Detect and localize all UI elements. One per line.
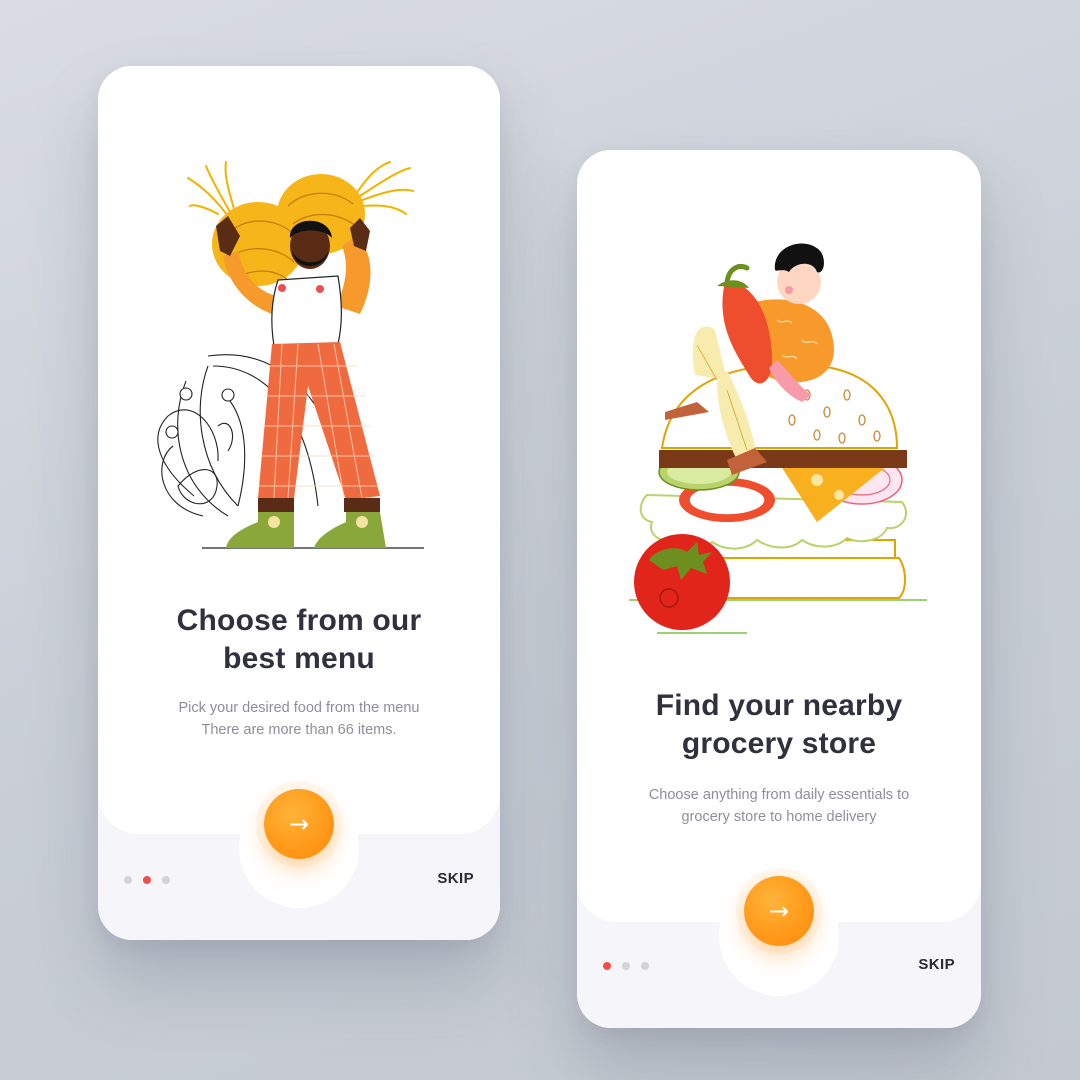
title-line-2: grocery store <box>681 727 877 760</box>
next-button[interactable]: → <box>744 876 814 946</box>
page-dot-3[interactable] <box>641 962 649 970</box>
subtitle-line-1: Pick your desired food from the menu <box>178 700 420 716</box>
man-carrying-onions-illustration <box>157 161 424 549</box>
page-dot-2[interactable] <box>622 962 630 970</box>
screen-title: Choose from our best menu <box>98 602 500 678</box>
screen-title: Find your nearby grocery store <box>577 687 981 763</box>
next-button[interactable]: → <box>264 789 334 859</box>
burger-and-man-illustration <box>629 243 927 634</box>
title-line-2: best menu <box>223 642 375 675</box>
subtitle-line-1: Choose anything from daily essentials to <box>648 787 910 803</box>
subtitle-line-2: grocery store to home delivery <box>681 809 877 825</box>
title-line-1: Choose from our <box>176 604 422 637</box>
screen-subtitle: Pick your desired food from the menu The… <box>98 697 500 741</box>
subtitle-line-2: There are more than 66 items. <box>201 722 397 738</box>
arrow-right-icon: → <box>288 810 310 838</box>
screen-subtitle: Choose anything from daily essentials to… <box>577 784 981 828</box>
arrow-right-icon: → <box>768 897 790 925</box>
skip-button[interactable]: SKIP <box>437 870 474 887</box>
onboarding-screen-menu: Choose from our best menu Pick your desi… <box>98 66 500 940</box>
onboarding-screen-grocery: Find your nearby grocery store Choose an… <box>577 150 981 1028</box>
page-dot-3[interactable] <box>162 876 170 884</box>
skip-button[interactable]: SKIP <box>918 956 955 973</box>
page-indicator <box>124 876 170 884</box>
title-line-1: Find your nearby <box>655 689 903 722</box>
page-indicator <box>603 962 649 970</box>
page-dot-1[interactable] <box>124 876 132 884</box>
page-dot-2-active[interactable] <box>143 876 151 884</box>
page-dot-1-active[interactable] <box>603 962 611 970</box>
